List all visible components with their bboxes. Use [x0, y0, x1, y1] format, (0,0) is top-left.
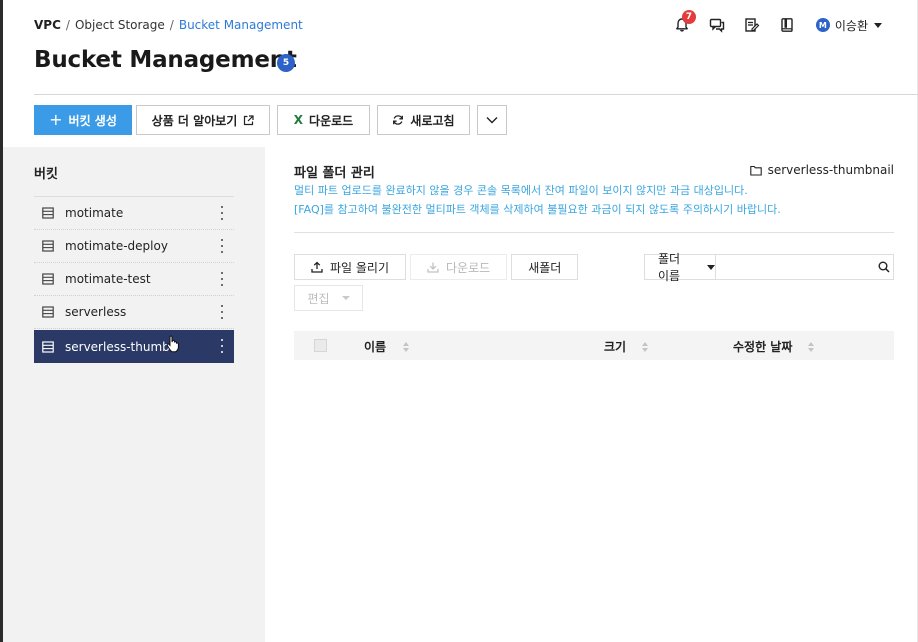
- current-folder-name: serverless-thumbnail: [767, 163, 894, 177]
- bucket-item-motimate-test[interactable]: motimate-test: [34, 263, 234, 296]
- more-vertical-icon[interactable]: [220, 339, 224, 353]
- toolbar: + 버킷 생성 상품 더 알아보기 X 다운로드 새로고침: [34, 105, 514, 135]
- refresh-label: 새로고침: [410, 113, 455, 128]
- caret-down-icon: [341, 296, 350, 300]
- create-bucket-label: 버킷 생성: [68, 113, 117, 128]
- create-bucket-button[interactable]: + 버킷 생성: [34, 105, 132, 135]
- hand-cursor-icon: [166, 335, 179, 353]
- storage-icon: [42, 273, 54, 285]
- more-vertical-icon[interactable]: [220, 272, 224, 286]
- refresh-button[interactable]: 새로고침: [377, 105, 470, 135]
- breadcrumb-vpc[interactable]: VPC: [34, 18, 61, 32]
- search-box: 폴더 이름: [644, 252, 894, 283]
- excel-icon: X: [293, 113, 304, 127]
- external-link-icon: [243, 114, 254, 126]
- select-all-checkbox[interactable]: [314, 339, 327, 352]
- storage-icon: [42, 340, 54, 353]
- breadcrumb: VPC / Object Storage / Bucket Management: [34, 18, 303, 32]
- bucket-item-label: motimate: [65, 206, 124, 220]
- upload-icon: [311, 261, 323, 273]
- download-file-label: 다운로드: [446, 260, 491, 275]
- more-vertical-icon[interactable]: [220, 239, 224, 253]
- column-name-label: 이름: [364, 340, 387, 354]
- notification-button[interactable]: 7: [671, 10, 696, 36]
- new-folder-button[interactable]: 새폴더: [511, 254, 579, 280]
- bucket-item-serverless-thumbnail[interactable]: serverless-thumbnail: [34, 330, 234, 363]
- faq-notice[interactable]: [FAQ]를 참고하여 불완전한 멀티파트 객체를 삭제하여 불필요한 과금이 …: [294, 201, 781, 217]
- new-folder-label: 새폴더: [528, 260, 562, 275]
- user-name: 이승환: [834, 18, 868, 33]
- bucket-item-label: serverless: [65, 305, 127, 319]
- book-icon: [781, 18, 793, 32]
- header-actions: 7 M 이승환: [658, 10, 882, 36]
- user-menu[interactable]: M 이승환: [815, 17, 882, 34]
- column-name[interactable]: 이름: [364, 338, 410, 355]
- current-folder: serverless-thumbnail: [749, 163, 894, 177]
- column-size-label: 크기: [604, 340, 627, 354]
- sidebar-title: 버킷: [34, 167, 58, 182]
- more-options-button[interactable]: [477, 105, 507, 135]
- bucket-sidebar: 버킷 motimate motimate-deploy motimate-tes…: [3, 147, 265, 642]
- bucket-item-label: motimate-test: [65, 272, 151, 286]
- memo-button[interactable]: [741, 14, 763, 36]
- download-file-button[interactable]: 다운로드: [410, 254, 508, 280]
- storage-icon: [42, 207, 54, 219]
- upload-file-label: 파일 올리기: [330, 260, 390, 275]
- breadcrumb-object-storage[interactable]: Object Storage: [75, 18, 165, 32]
- header-divider: [34, 94, 918, 95]
- file-management-panel: 파일 폴더 관리 serverless-thumbnail 멀티 파트 업로드를…: [265, 147, 917, 642]
- column-modified-label: 수정한 날짜: [733, 340, 793, 354]
- file-action-bar: 파일 올리기 다운로드 새폴더: [294, 254, 582, 280]
- bucket-count-badge: 5: [277, 54, 295, 72]
- download-label: 다운로드: [309, 113, 354, 128]
- bucket-item-label: serverless-thumbnail: [65, 339, 173, 354]
- search-button[interactable]: [874, 255, 893, 279]
- guide-button[interactable]: [776, 14, 798, 36]
- column-size[interactable]: 크기: [604, 338, 649, 355]
- upload-file-button[interactable]: 파일 올리기: [294, 254, 407, 280]
- search-input[interactable]: [716, 255, 874, 279]
- sort-icon: [808, 341, 815, 352]
- breadcrumb-separator: /: [65, 18, 70, 32]
- chat-button[interactable]: [706, 14, 728, 36]
- sort-icon: [642, 341, 649, 352]
- column-modified[interactable]: 수정한 날짜: [733, 338, 815, 355]
- multipart-notice: 멀티 파트 업로드를 완료하지 않을 경우 콘솔 목록에서 잔여 파일이 보이지…: [294, 184, 748, 197]
- search-icon: [878, 261, 890, 273]
- avatar: M: [815, 18, 830, 32]
- bucket-item-label: motimate-deploy: [65, 239, 168, 253]
- learn-more-button[interactable]: 상품 더 알아보기: [136, 105, 270, 135]
- download-button[interactable]: X 다운로드: [277, 105, 370, 135]
- caret-down-icon: [707, 264, 715, 270]
- panel-divider: [294, 232, 894, 233]
- download-icon: [427, 261, 439, 273]
- search-filter-select[interactable]: 폴더 이름: [645, 252, 716, 283]
- chat-icon: [709, 18, 725, 33]
- bucket-item-motimate-deploy[interactable]: motimate-deploy: [34, 230, 234, 263]
- bucket-item-serverless[interactable]: serverless: [34, 296, 234, 329]
- breadcrumb-bucket-management[interactable]: Bucket Management: [179, 18, 303, 32]
- edit-dropdown[interactable]: 편집: [294, 285, 363, 311]
- bucket-list: motimate motimate-deploy motimate-test s…: [34, 196, 234, 363]
- storage-icon: [42, 306, 54, 318]
- notification-count-badge: 7: [681, 10, 696, 24]
- bucket-item-motimate[interactable]: motimate: [34, 197, 234, 230]
- page-title: Bucket Management: [34, 47, 297, 73]
- refresh-icon: [392, 114, 404, 126]
- edit-label: 편집: [307, 291, 330, 306]
- breadcrumb-separator: /: [169, 18, 174, 32]
- search-filter-label: 폴더 이름: [658, 252, 681, 283]
- sort-icon: [403, 341, 410, 352]
- plus-icon: +: [49, 110, 63, 129]
- storage-icon: [42, 240, 54, 252]
- file-table-header: 이름 크기 수정한 날짜: [294, 331, 894, 360]
- more-vertical-icon[interactable]: [220, 305, 224, 319]
- chevron-down-icon: [486, 117, 498, 124]
- caret-down-icon: [874, 22, 882, 28]
- panel-title: 파일 폴더 관리: [294, 166, 375, 181]
- memo-icon: [745, 18, 760, 32]
- learn-more-label: 상품 더 알아보기: [151, 113, 238, 128]
- more-vertical-icon[interactable]: [220, 206, 224, 220]
- folder-icon: [749, 165, 762, 176]
